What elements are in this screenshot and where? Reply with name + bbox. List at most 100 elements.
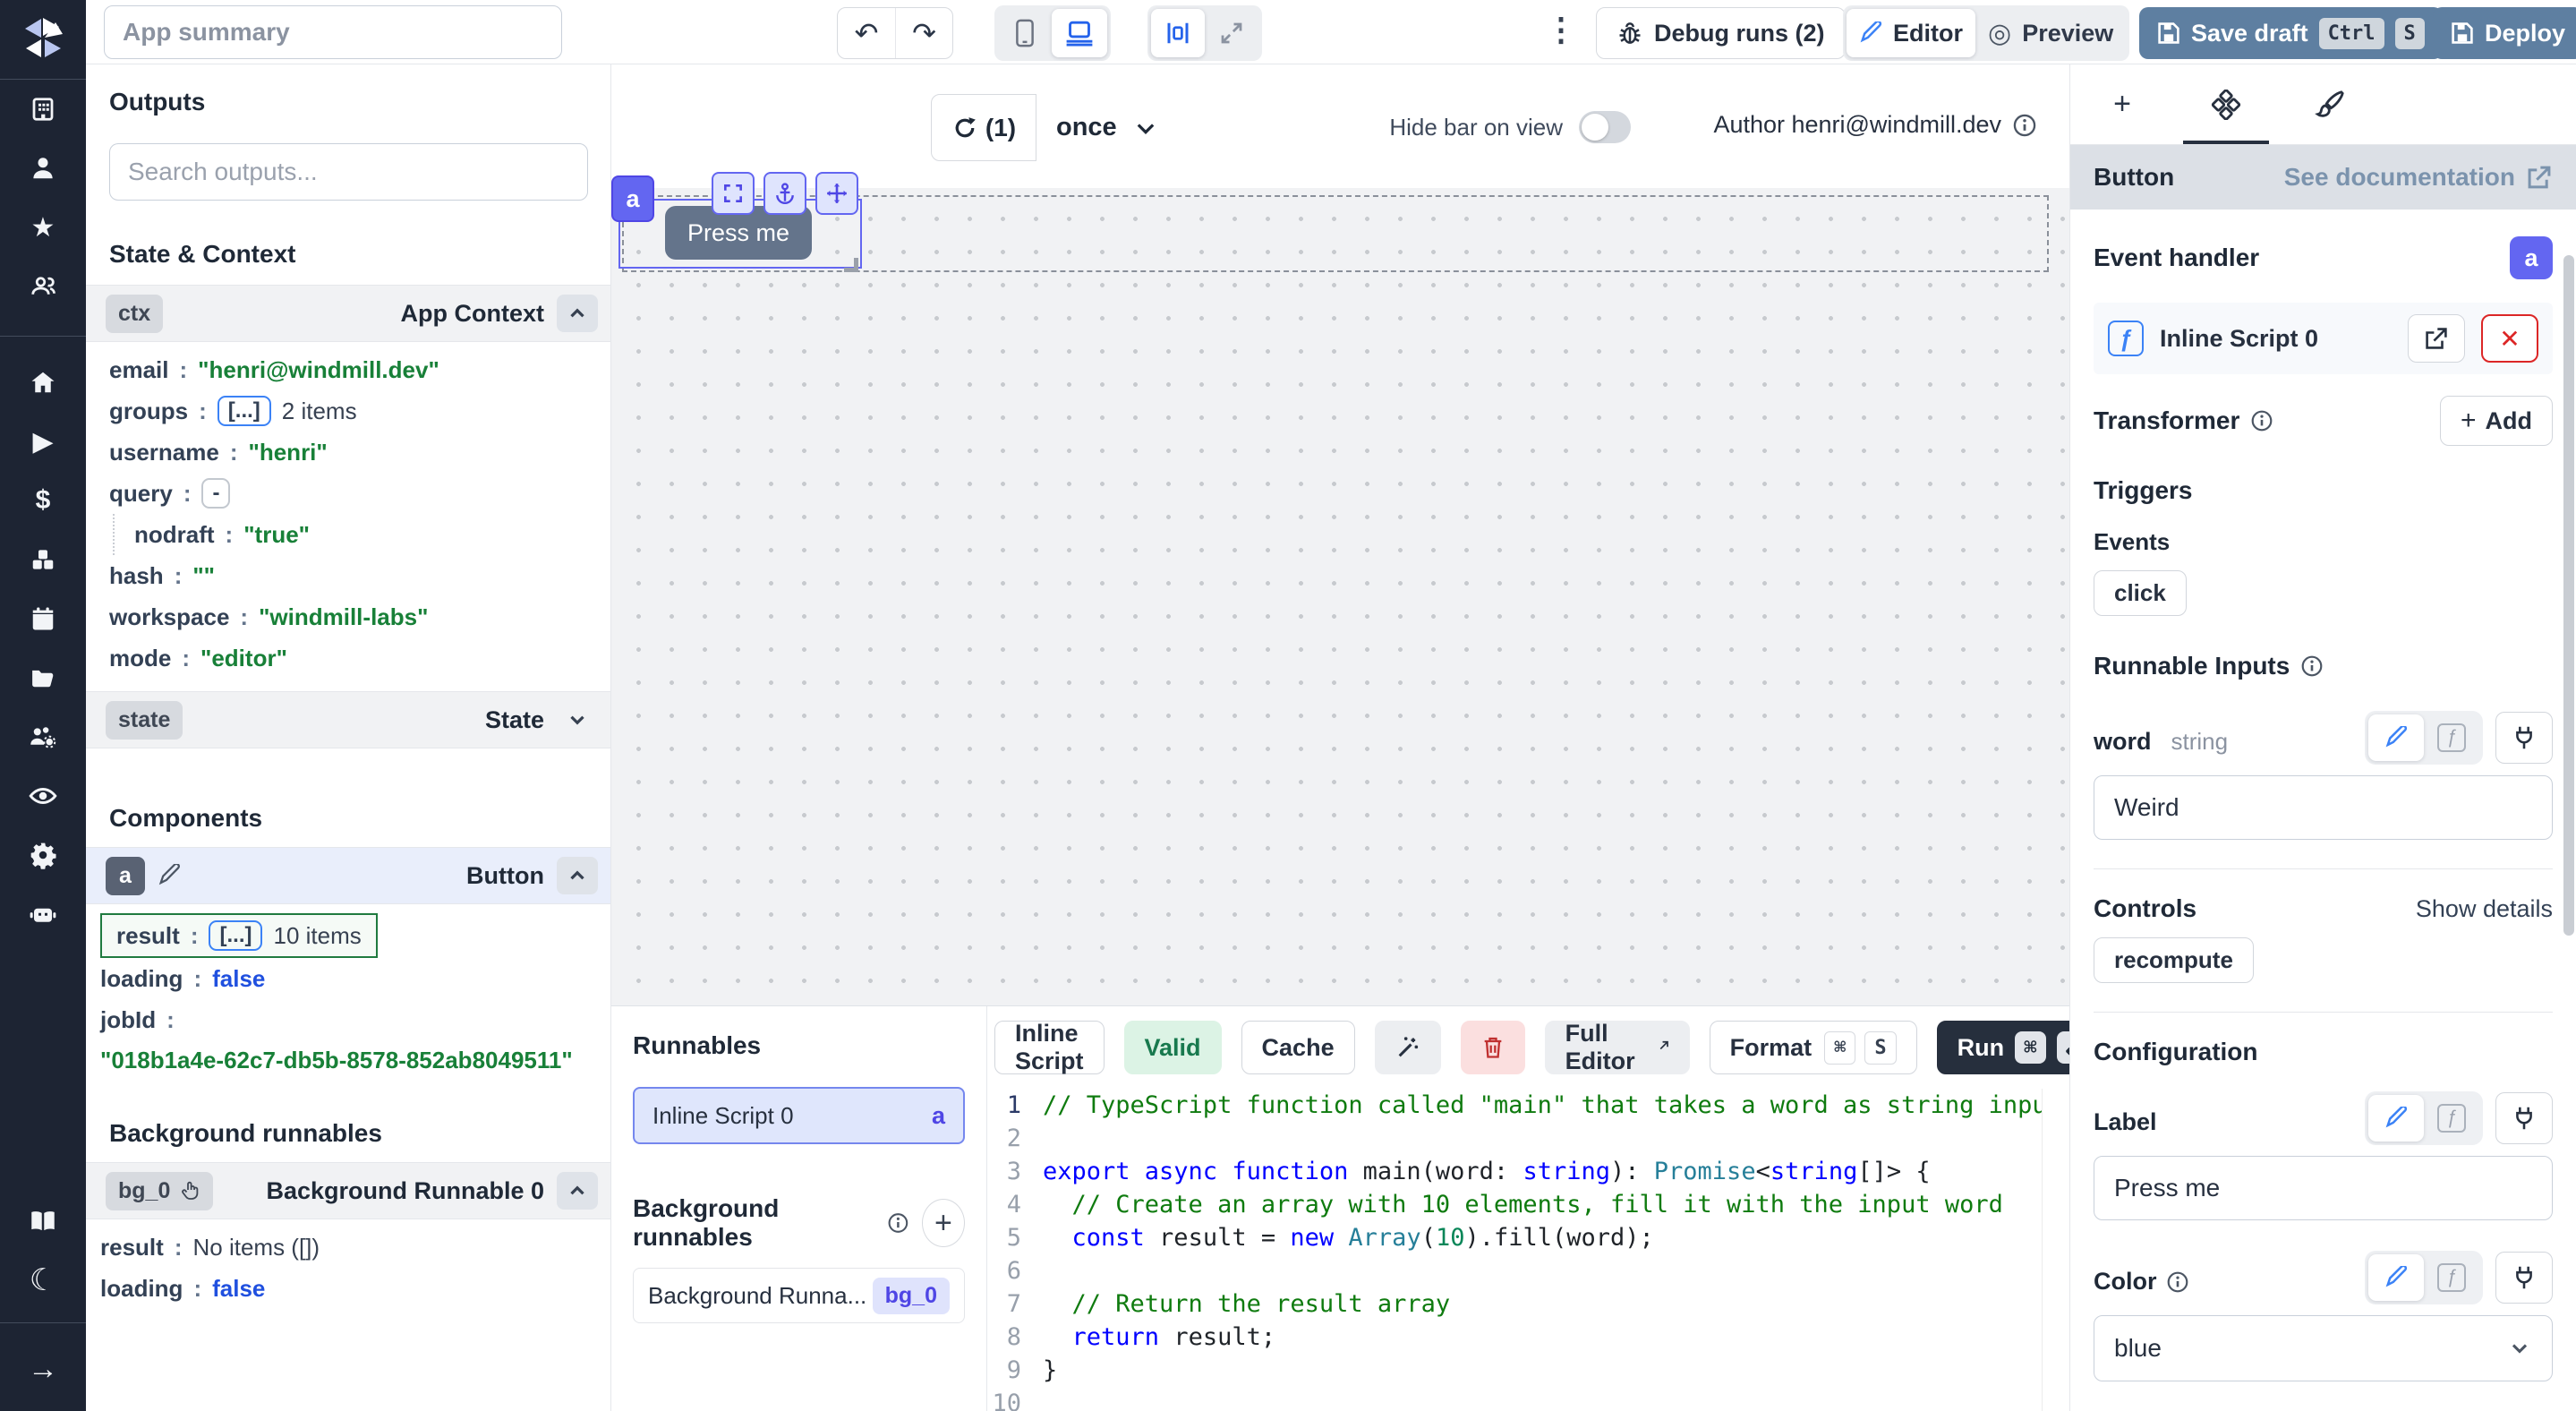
expand-array-chip[interactable]: [...] bbox=[218, 396, 271, 426]
hide-bar-toggle[interactable] bbox=[1579, 111, 1631, 143]
home-icon[interactable] bbox=[0, 353, 86, 412]
expression-mode-button[interactable]: ƒ bbox=[2424, 714, 2479, 761]
search-outputs-input[interactable] bbox=[109, 143, 588, 201]
runs-icon[interactable]: ▶ bbox=[0, 412, 86, 471]
open-script-button[interactable] bbox=[2408, 314, 2465, 363]
bg-runnable-header-row[interactable]: bg_0 Background Runnable 0 bbox=[86, 1162, 610, 1219]
canvas-toolbar: (1) once Hide bar on view Author henri@w… bbox=[611, 64, 2069, 188]
code-editor[interactable]: 1// TypeScript function called "main" th… bbox=[987, 1089, 2043, 1411]
tab-insert-component[interactable]: + bbox=[2070, 64, 2174, 144]
center-content-button[interactable] bbox=[1151, 9, 1205, 57]
pencil-icon bbox=[2384, 1107, 2408, 1130]
panel-scrollbar[interactable] bbox=[2563, 255, 2574, 936]
folders-icon[interactable] bbox=[0, 648, 86, 707]
refresh-button[interactable]: (1) bbox=[931, 94, 1036, 161]
static-mode-button[interactable] bbox=[2368, 1254, 2424, 1301]
collapse-ctx-button[interactable] bbox=[557, 295, 598, 332]
recompute-chip[interactable]: recompute bbox=[2094, 937, 2254, 983]
ctx-header-row[interactable]: ctx App Context bbox=[86, 285, 610, 342]
workers-icon[interactable] bbox=[0, 707, 86, 766]
variables-icon[interactable]: $ bbox=[0, 471, 86, 530]
see-documentation-link[interactable]: See documentation bbox=[2284, 163, 2553, 192]
divider bbox=[2094, 1012, 2553, 1013]
expression-mode-button[interactable]: ƒ bbox=[2424, 1254, 2479, 1301]
save-icon bbox=[2451, 21, 2474, 45]
expression-mode-button[interactable]: ƒ bbox=[2424, 1095, 2479, 1142]
windmill-logo[interactable] bbox=[20, 14, 66, 61]
chevron-up-icon bbox=[566, 302, 589, 325]
schedules-calendar-icon[interactable] bbox=[0, 589, 86, 648]
connect-input-button[interactable] bbox=[2495, 1252, 2553, 1304]
json-row: query:- bbox=[86, 473, 610, 514]
full-width-button[interactable] bbox=[1205, 9, 1258, 57]
event-script-row[interactable]: ƒ Inline Script 0 ✕ bbox=[2094, 303, 2553, 374]
favorites-star-icon[interactable]: ★ bbox=[0, 198, 86, 257]
transformer-title: Transformer bbox=[2094, 406, 2273, 435]
settings-gear-icon[interactable] bbox=[0, 825, 86, 885]
static-mode-button[interactable] bbox=[2368, 1095, 2424, 1142]
undo-button[interactable]: ↶ bbox=[838, 8, 895, 58]
runnable-item-inline-script-0[interactable]: Inline Script 0 a bbox=[633, 1087, 965, 1144]
code-line: 7 // Return the result array bbox=[987, 1287, 2042, 1321]
add-background-runnable-button[interactable]: + bbox=[922, 1199, 965, 1247]
app-canvas[interactable]: a Press me − 100% + bbox=[611, 188, 2069, 1070]
json-row: loading:false bbox=[86, 1268, 610, 1309]
bug-icon bbox=[1616, 20, 1643, 47]
connect-input-button[interactable] bbox=[2495, 1092, 2553, 1144]
expand-state-button[interactable] bbox=[557, 701, 598, 739]
script-kind-chip[interactable]: Inline Script bbox=[994, 1021, 1105, 1074]
audit-logs-eye-icon[interactable] bbox=[0, 766, 86, 825]
expand-sidebar-arrow-icon[interactable]: → bbox=[0, 1339, 86, 1398]
resources-icon[interactable] bbox=[0, 530, 86, 589]
label-value-input[interactable] bbox=[2094, 1156, 2553, 1220]
mode-toggle: Editor ◎ Preview bbox=[1843, 5, 2129, 61]
collapse-component-button[interactable] bbox=[557, 857, 598, 894]
component-id-tag[interactable]: a bbox=[611, 175, 654, 222]
desktop-view-button[interactable] bbox=[1052, 9, 1107, 57]
workspace-icon[interactable] bbox=[0, 80, 86, 139]
anchor-component-button[interactable] bbox=[763, 172, 806, 215]
debug-runs-button[interactable]: Debug runs (2) bbox=[1596, 7, 1846, 59]
remove-script-button[interactable]: ✕ bbox=[2481, 314, 2538, 363]
ai-assistant-button[interactable] bbox=[1375, 1021, 1441, 1074]
dark-mode-moon-icon[interactable]: ☾ bbox=[0, 1251, 86, 1310]
save-draft-button[interactable]: Save draft Ctrl S bbox=[2139, 7, 2443, 59]
color-select[interactable]: blue bbox=[2094, 1315, 2553, 1381]
cache-button[interactable]: Cache bbox=[1241, 1021, 1355, 1074]
component-header-row[interactable]: a Button bbox=[86, 847, 610, 904]
full-editor-button[interactable]: Full Editor bbox=[1545, 1021, 1690, 1074]
deploy-button[interactable]: Deploy bbox=[2433, 7, 2576, 59]
state-header-row[interactable]: state State bbox=[86, 691, 610, 748]
static-mode-button[interactable] bbox=[2368, 714, 2424, 761]
groups-icon[interactable] bbox=[0, 257, 86, 316]
show-details-link[interactable]: Show details bbox=[2416, 895, 2553, 923]
collapse-bg-button[interactable] bbox=[557, 1172, 598, 1210]
move-component-button[interactable] bbox=[815, 172, 858, 215]
ai-robot-icon[interactable] bbox=[0, 885, 86, 944]
delete-script-button[interactable] bbox=[1461, 1021, 1525, 1074]
connect-input-button[interactable] bbox=[2495, 712, 2553, 764]
tab-component-settings[interactable] bbox=[2174, 64, 2278, 144]
tab-styling[interactable] bbox=[2278, 64, 2382, 144]
event-click-chip[interactable]: click bbox=[2094, 570, 2187, 616]
runnable-item-bg0[interactable]: Background Runna... bg_0 bbox=[633, 1268, 965, 1323]
refresh-schedule-dropdown[interactable]: once bbox=[1047, 94, 1167, 161]
user-icon[interactable] bbox=[0, 139, 86, 198]
redo-button[interactable]: ↷ bbox=[895, 8, 952, 58]
mobile-view-button[interactable] bbox=[998, 9, 1052, 57]
preview-tab[interactable]: ◎ Preview bbox=[1975, 9, 2126, 57]
editor-tab[interactable]: Editor bbox=[1847, 9, 1975, 57]
save-icon bbox=[2157, 21, 2180, 45]
more-options-kebab-icon[interactable]: ⋮ bbox=[1545, 11, 1577, 48]
add-transformer-button[interactable]: +Add bbox=[2440, 396, 2553, 446]
app-summary-input[interactable] bbox=[104, 5, 562, 59]
word-value-input[interactable] bbox=[2094, 775, 2553, 840]
format-button[interactable]: Format ⌘ S bbox=[1710, 1021, 1917, 1074]
expand-array-chip[interactable]: [...] bbox=[209, 920, 262, 951]
expand-component-button[interactable] bbox=[712, 172, 755, 215]
expand-object-chip[interactable]: - bbox=[201, 478, 230, 509]
docs-book-icon[interactable] bbox=[0, 1192, 86, 1251]
resize-handle[interactable] bbox=[844, 258, 858, 272]
kbd-s: S bbox=[1864, 1031, 1896, 1065]
info-icon bbox=[2166, 1270, 2189, 1294]
